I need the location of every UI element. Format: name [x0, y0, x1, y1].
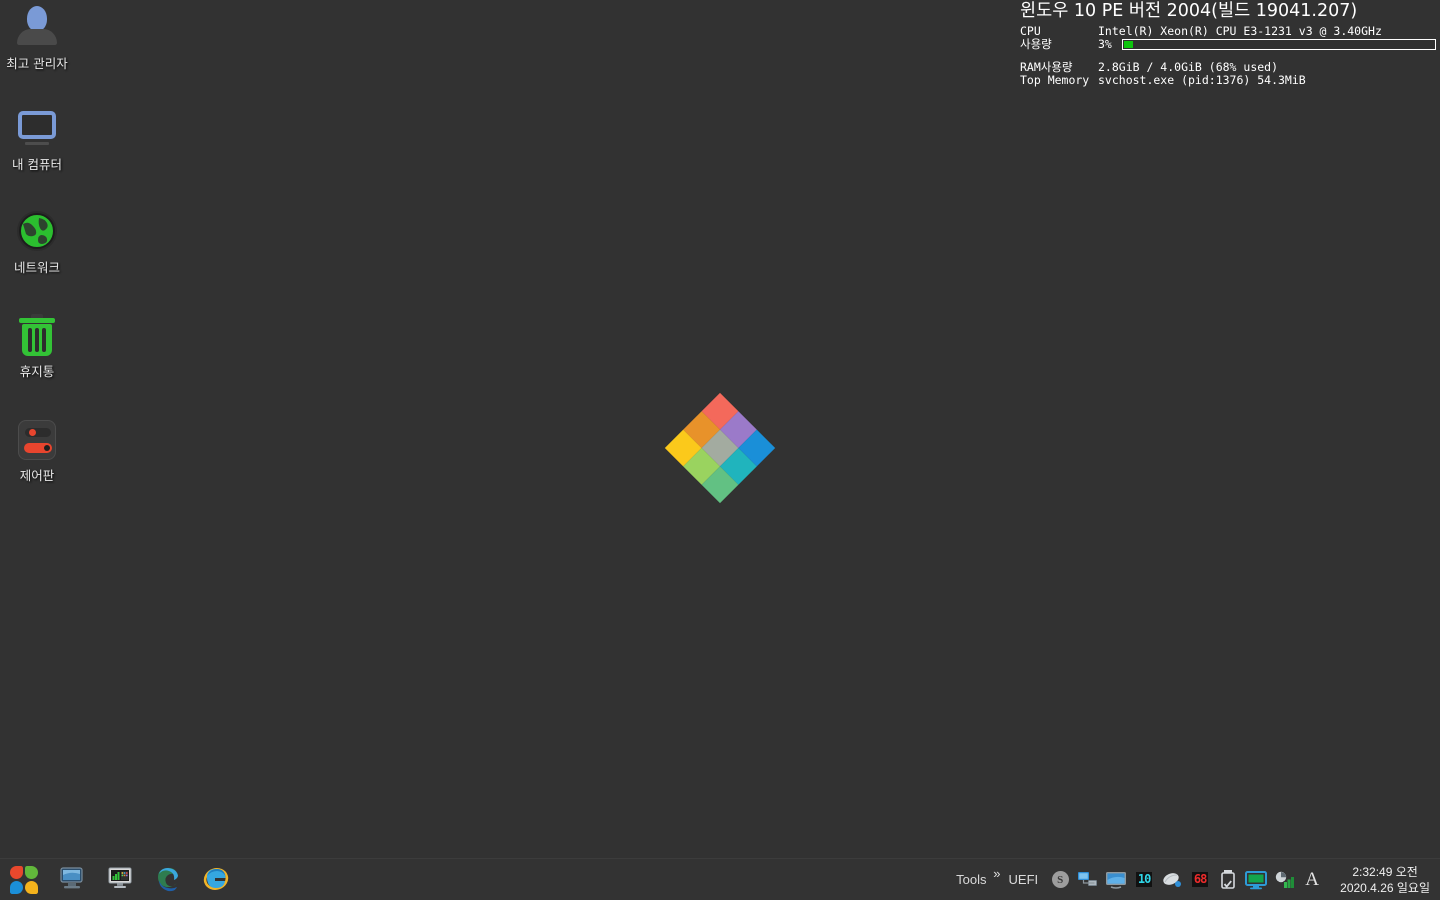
tray-uefi-label: UEFI	[1008, 872, 1039, 887]
temperature-icon[interactable]: 68	[1188, 868, 1212, 892]
desktop-icon-recycle-bin[interactable]: 휴지통	[0, 312, 82, 379]
globe-icon	[13, 208, 61, 256]
control-panel-icon	[13, 416, 61, 464]
desktop-icon-label: 제어판	[19, 468, 55, 483]
cpu-info-block: CPU Intel(R) Xeon(R) CPU E3-1231 v3 @ 3.…	[1020, 25, 1436, 51]
monitor-green-icon[interactable]	[1244, 868, 1268, 892]
system-info-overlay: 윈도우 10 PE 버전 2004(빌드 19041.207) CPU Inte…	[1020, 0, 1436, 87]
snapshot-icon[interactable]: S	[1048, 868, 1072, 892]
taskbar-item-edge-browser[interactable]	[144, 859, 192, 900]
taskbar-clock[interactable]: 2:32:49 오전 2020.4.26 일요일	[1340, 864, 1430, 896]
computer-blue-icon	[58, 866, 86, 894]
color-diamond-logo	[664, 392, 776, 504]
trash-icon	[13, 312, 61, 360]
desktop-icon-admin-user[interactable]: 최고 관리자	[0, 4, 82, 71]
desktop-icon-label: 네트워크	[13, 260, 60, 275]
system-tray: Tools » UEFI S 10 68 A 2:32:49 오전 2020.4…	[956, 859, 1440, 900]
desktop-icon-my-computer[interactable]: 내 컴퓨터	[0, 105, 82, 172]
os-version-title: 윈도우 10 PE 버전 2004(빌드 19041.207)	[1020, 1, 1358, 21]
cpu-meter-value: 10	[1135, 872, 1153, 887]
ram-info-block: RAM사용량 2.8GiB / 4.0GiB (68% used) Top Me…	[1020, 61, 1436, 87]
tray-tools-button[interactable]: Tools »	[956, 866, 1000, 887]
top-memory-label: Top Memory	[1020, 73, 1090, 87]
desktop-icon-network[interactable]: 네트워크	[0, 208, 82, 275]
cpu-usage-bar-fill	[1124, 41, 1134, 48]
flower-start-icon	[10, 865, 38, 894]
desktop-icon-control-panel[interactable]: 제어판	[0, 416, 82, 483]
chevron-double-right-icon[interactable]: »	[993, 866, 1000, 881]
desktop-icon-label: 휴지통	[19, 364, 55, 379]
desktop-icon-label: 내 컴퓨터	[12, 157, 62, 172]
desktop-icon-label: 최고 관리자	[6, 56, 68, 71]
tray-tools-label: Tools	[956, 872, 987, 887]
start-button[interactable]	[0, 859, 48, 900]
edge-icon	[154, 864, 182, 896]
input-language-glyph: A	[1305, 868, 1320, 890]
mouse-icon[interactable]	[1160, 868, 1184, 892]
display-icon[interactable]	[1104, 868, 1128, 892]
desktop[interactable]: 최고 관리자 내 컴퓨터 네트워크 휴지통 제어판 윈도우 10 PE 버전 2…	[0, 0, 1440, 900]
monitor-icon	[13, 105, 61, 153]
cpu-meter-icon[interactable]: 10	[1132, 868, 1156, 892]
cpu-model: Intel(R) Xeon(R) CPU E3-1231 v3 @ 3.40GH…	[1098, 24, 1382, 38]
taskbar-item-show-desktop[interactable]	[48, 859, 96, 900]
volume-icon[interactable]	[1272, 868, 1296, 892]
cpu-usage-text: 3%	[1098, 37, 1112, 51]
taskbar-item-internet-explorer[interactable]	[192, 859, 240, 900]
taskbar-item-system-monitor[interactable]	[96, 859, 144, 900]
top-memory-value: svchost.exe (pid:1376) 54.3MiB	[1098, 73, 1306, 87]
user-icon	[13, 4, 61, 52]
logo-grid	[664, 392, 776, 504]
cpu-usage-bar	[1122, 39, 1436, 50]
network-share-icon[interactable]	[1076, 868, 1100, 892]
snapshot-icon-glyph: S	[1051, 871, 1069, 888]
taskbar-launchers	[0, 859, 240, 900]
temperature-value: 68	[1191, 872, 1209, 887]
ie-icon	[201, 864, 231, 896]
monitor-chart-icon	[106, 866, 134, 894]
taskbar[interactable]: Tools » UEFI S 10 68 A 2:32:49 오전 2020.4…	[0, 858, 1440, 900]
input-language-icon[interactable]: A	[1300, 868, 1324, 892]
usb-device-icon[interactable]	[1216, 868, 1240, 892]
clock-date: 2020.4.26 일요일	[1340, 880, 1430, 895]
cpu-usage-label: 사용량	[1020, 37, 1052, 51]
clock-time: 2:32:49 오전	[1352, 864, 1418, 879]
